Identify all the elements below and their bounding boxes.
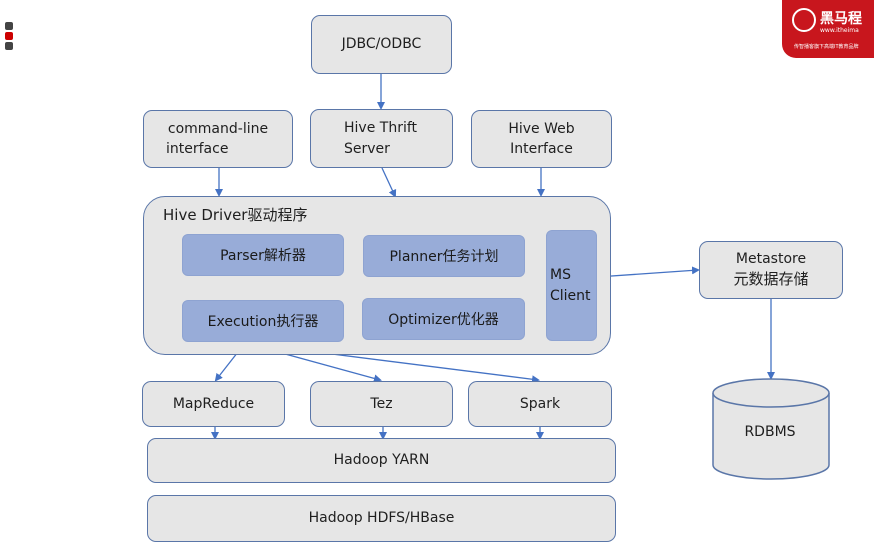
- thrift-label-2: Server: [344, 140, 390, 157]
- parser-box: Parser解析器: [182, 234, 344, 276]
- metastore-label-2: 元数据存储: [733, 270, 809, 289]
- ms-client-box: MS Client: [546, 230, 597, 341]
- jdbc-odbc-box: JDBC/ODBC: [311, 15, 452, 74]
- mapreduce-label: MapReduce: [172, 395, 255, 412]
- thrift-label-1: Hive Thrift: [344, 120, 418, 137]
- web-label-1: Hive Web: [508, 120, 575, 137]
- tez-label: Tez: [370, 395, 393, 412]
- spark-box: Spark: [468, 381, 612, 427]
- ms-client-label-2: Client: [550, 287, 591, 304]
- yarn-box: Hadoop YARN: [147, 438, 616, 483]
- ms-client-label-1: MS: [550, 266, 571, 283]
- arrow-thrift-driver: [381, 167, 397, 198]
- cli-box: command-line interface: [143, 110, 293, 168]
- jdbc-odbc-label: JDBC/ODBC: [341, 36, 422, 53]
- optimizer-box: Optimizer优化器: [362, 298, 525, 340]
- metastore-label-1: Metastore: [735, 250, 807, 267]
- cli-label-1: command-line: [167, 120, 269, 137]
- metastore-box: Metastore 元数据存储: [699, 241, 843, 299]
- mapreduce-box: MapReduce: [142, 381, 285, 427]
- execution-label: Execution执行器: [207, 314, 319, 330]
- thrift-server-box: Hive Thrift Server: [310, 109, 453, 168]
- planner-label: Planner任务计划: [389, 249, 499, 265]
- web-interface-box: Hive Web Interface: [471, 110, 612, 168]
- cli-label-2: interface: [166, 141, 229, 157]
- execution-box: Execution执行器: [182, 300, 344, 342]
- hdfs-label: Hadoop HDFS/HBase: [308, 510, 455, 527]
- planner-box: Planner任务计划: [363, 235, 525, 277]
- hive-driver-title: Hive Driver驱动程序: [163, 206, 308, 224]
- spark-label: Spark: [519, 395, 561, 412]
- yarn-label: Hadoop YARN: [333, 452, 430, 469]
- tez-box: Tez: [310, 381, 453, 427]
- arrow-msclient-metastore: [596, 266, 700, 278]
- optimizer-label: Optimizer优化器: [388, 312, 499, 328]
- parser-label: Parser解析器: [220, 248, 306, 264]
- hdfs-box: Hadoop HDFS/HBase: [147, 495, 616, 542]
- web-label-2: Interface: [510, 141, 573, 157]
- rdbms-label: RDBMS: [744, 424, 796, 440]
